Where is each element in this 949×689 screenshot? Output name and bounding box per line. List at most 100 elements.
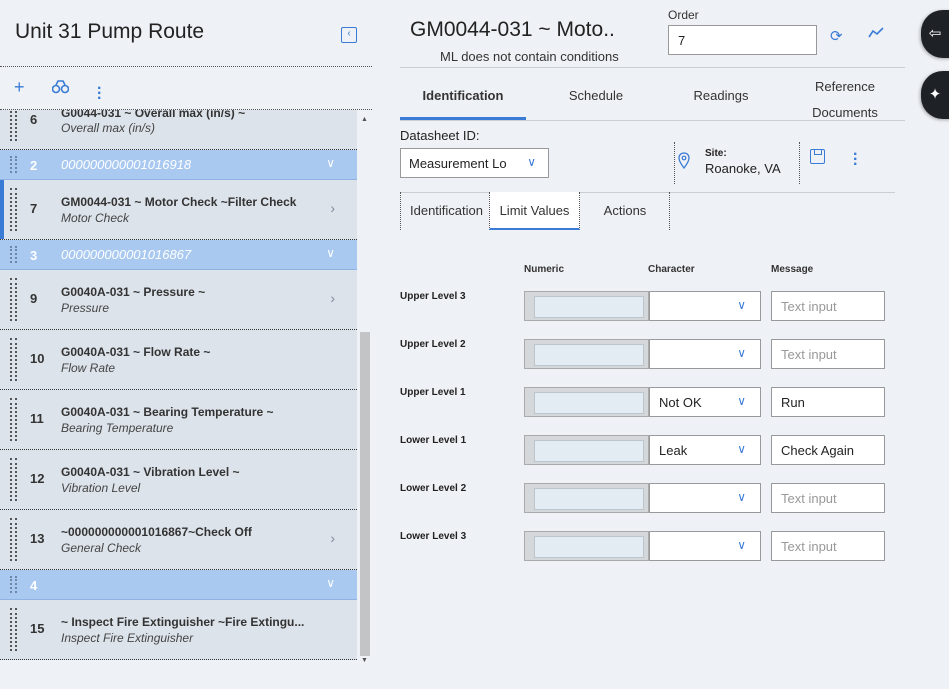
list-item[interactable]: 13 ~000000000001016867~Check Off General… — [0, 510, 357, 570]
datasheet-label: Datasheet ID: — [400, 128, 480, 143]
level-label: Upper Level 3 — [400, 291, 466, 302]
numeric-field-inner[interactable] — [534, 440, 644, 462]
chevron-down-icon[interactable]: ∨ — [326, 156, 335, 170]
drag-handle-icon[interactable] — [10, 398, 17, 441]
drag-handle-icon[interactable] — [10, 156, 17, 173]
item-number: 6 — [30, 112, 38, 127]
chevron-down-icon: ∨ — [737, 394, 746, 408]
datasheet-select[interactable]: Measurement Lo ∨ — [400, 148, 549, 178]
character-select[interactable]: Leak ∨ — [649, 435, 761, 465]
level-label: Lower Level 2 — [400, 483, 467, 494]
group-number: 3 — [30, 248, 38, 263]
numeric-field-inner[interactable] — [534, 536, 644, 558]
character-select[interactable]: ∨ — [649, 291, 761, 321]
message-input[interactable]: Text input — [771, 291, 885, 321]
character-select[interactable]: ∨ — [649, 531, 761, 561]
item-title: G0040A-031 ~ Vibration Level ~ — [61, 465, 240, 479]
numeric-field-inner[interactable] — [534, 296, 644, 318]
list-item[interactable]: 10 G0040A-031 ~ Flow Rate ~ Flow Rate — [0, 330, 357, 390]
numeric-field-inner[interactable] — [534, 392, 644, 414]
ml-note: ML does not contain conditions — [440, 49, 619, 64]
item-title: G0040A-031 ~ Pressure ~ — [61, 285, 206, 299]
character-select[interactable]: Not OK ∨ — [649, 387, 761, 417]
chevron-down-icon[interactable]: ∨ — [326, 576, 335, 590]
chevron-down-icon: ∨ — [737, 442, 746, 456]
pin-icon: ✦ — [928, 86, 942, 103]
group-number: 2 — [30, 158, 38, 173]
group-row[interactable]: 3 000000000001016867 ∨ — [0, 240, 357, 270]
drag-handle-icon[interactable] — [10, 338, 17, 381]
drag-handle-icon[interactable] — [10, 246, 17, 263]
trend-icon[interactable] — [868, 26, 884, 43]
scrollbar-thumb[interactable] — [360, 332, 370, 656]
group-row[interactable]: 2 000000000001016918 ∨ — [0, 150, 357, 180]
numeric-field[interactable] — [524, 435, 649, 465]
drag-handle-icon[interactable] — [10, 576, 17, 593]
character-select[interactable]: ∨ — [649, 483, 761, 513]
list-item[interactable]: 12 G0040A-031 ~ Vibration Level ~ Vibrat… — [0, 450, 357, 510]
divider — [674, 142, 675, 184]
item-subtitle: Vibration Level — [61, 481, 141, 495]
subtab-actions[interactable]: Actions — [580, 192, 670, 230]
chevron-right-icon[interactable]: › — [330, 200, 335, 216]
numeric-field[interactable] — [524, 387, 649, 417]
binoculars-icon[interactable] — [51, 80, 70, 98]
chevron-right-icon[interactable]: › — [330, 530, 335, 546]
scroll-up-arrow-icon[interactable]: ▲ — [361, 116, 368, 123]
item-number: 11 — [30, 411, 44, 426]
subtab-identification[interactable]: Identification — [404, 192, 489, 230]
numeric-field[interactable] — [524, 339, 649, 369]
item-number: 13 — [30, 531, 45, 546]
message-input[interactable]: Run — [771, 387, 885, 417]
list-item[interactable]: 7 GM0044-031 ~ Motor Check ~Filter Check… — [0, 180, 357, 240]
drag-handle-icon[interactable] — [10, 110, 17, 141]
drag-handle-icon[interactable] — [10, 608, 17, 651]
item-title: ~ Inspect Fire Extinguisher ~Fire Exting… — [61, 615, 305, 629]
drag-handle-icon[interactable] — [10, 278, 17, 321]
tab-schedule[interactable]: Schedule — [533, 88, 659, 103]
route-list: 6 G0044-031 ~ Overall max (in/s) ~ Overa… — [0, 110, 372, 670]
item-number: 7 — [30, 201, 38, 216]
datasheet-value: Measurement Lo — [409, 156, 507, 171]
list-item[interactable]: 6 G0044-031 ~ Overall max (in/s) ~ Overa… — [0, 110, 357, 150]
tab-identification[interactable]: Identification — [400, 88, 526, 103]
drag-handle-icon[interactable] — [10, 518, 17, 561]
route-panel: Unit 31 Pump Route ‹ + ... 6 G0044-031 ~… — [0, 0, 372, 689]
message-input[interactable]: Text input — [771, 339, 885, 369]
plus-icon[interactable]: + — [14, 78, 25, 96]
drag-handle-icon[interactable] — [10, 458, 17, 501]
numeric-field-inner[interactable] — [534, 344, 644, 366]
subtab-limit-values[interactable]: Limit Values — [489, 192, 580, 230]
tab-readings[interactable]: Readings — [658, 88, 784, 103]
drag-handle-icon[interactable] — [10, 188, 17, 231]
save-icon[interactable] — [810, 149, 825, 164]
item-title: GM0044-031 ~ Motor Check ~Filter Check — [61, 195, 297, 209]
message-input[interactable]: Text input — [771, 483, 885, 513]
message-input[interactable]: Check Again — [771, 435, 885, 465]
tab-reference-documents[interactable]: Reference Documents — [785, 74, 905, 126]
group-row[interactable]: 4 ∨ — [0, 570, 357, 600]
numeric-field[interactable] — [524, 291, 649, 321]
item-title: ~000000000001016867~Check Off — [61, 525, 252, 539]
location-pin-icon — [678, 152, 690, 174]
chevron-left-icon[interactable]: ‹ — [341, 27, 357, 43]
list-item[interactable]: 9 G0040A-031 ~ Pressure ~ Pressure › — [0, 270, 357, 330]
kebab-icon[interactable]: ... — [97, 77, 101, 103]
order-input[interactable]: 7 — [668, 25, 817, 55]
chevron-right-icon[interactable]: › — [330, 290, 335, 306]
item-subtitle: Flow Rate — [61, 361, 116, 375]
chevron-down-icon[interactable]: ∨ — [326, 246, 335, 260]
divider — [0, 66, 372, 67]
list-item[interactable]: 15 ~ Inspect Fire Extinguisher ~Fire Ext… — [0, 600, 357, 660]
refresh-icon[interactable]: ⟳ — [830, 27, 843, 45]
numeric-field[interactable] — [524, 483, 649, 513]
numeric-field-inner[interactable] — [534, 488, 644, 510]
numeric-field[interactable] — [524, 531, 649, 561]
level-label: Upper Level 2 — [400, 339, 466, 350]
character-select[interactable]: ∨ — [649, 339, 761, 369]
message-input[interactable]: Text input — [771, 531, 885, 561]
scroll-down-arrow-icon[interactable]: ▼ — [361, 657, 368, 664]
list-item[interactable]: 11 G0040A-031 ~ Bearing Temperature ~ Be… — [0, 390, 357, 450]
kebab-icon[interactable]: ... — [853, 143, 857, 169]
group-title: 000000000001016867 — [61, 247, 192, 262]
